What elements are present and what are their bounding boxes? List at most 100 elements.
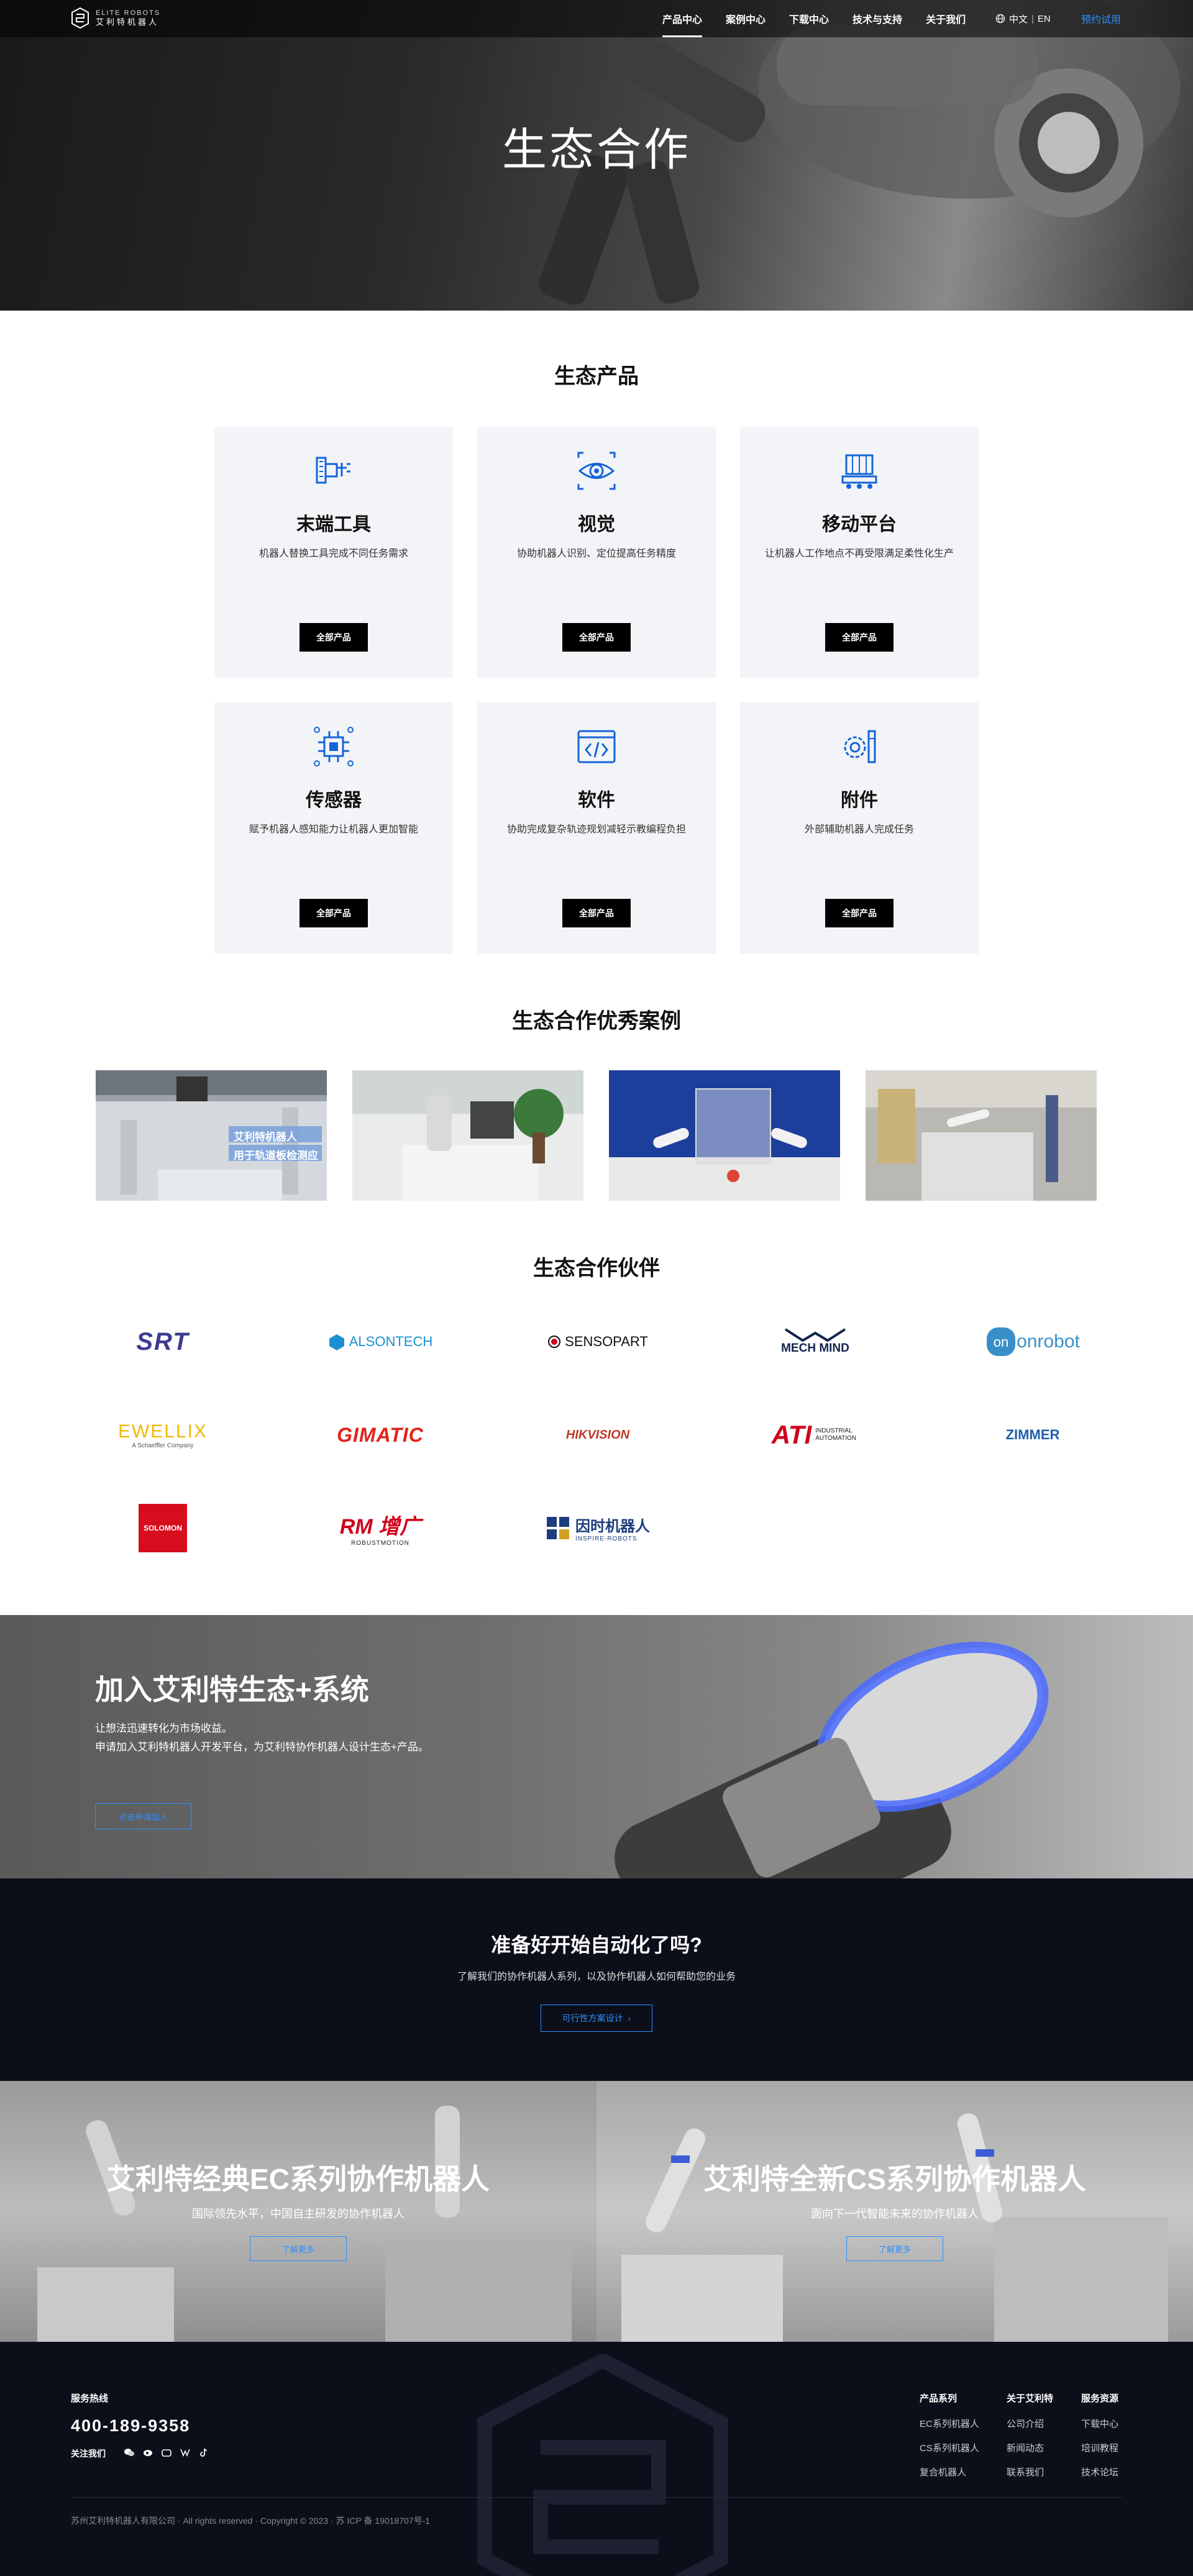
partner-logo[interactable]: ALSONTECH: [306, 1317, 455, 1367]
join-apply-button[interactable]: 点击申请加入: [95, 1803, 191, 1829]
follow-label: 关注我们: [71, 2449, 106, 2459]
hotline-number[interactable]: 400-189-9358: [71, 2416, 190, 2436]
wechat-icon[interactable]: [124, 2447, 134, 2457]
case-overlay-text: 艾利特机器人: [234, 1131, 297, 1143]
card-desc: 协助完成复杂轨迹规划减轻示教编程负担: [506, 824, 686, 835]
tiktok-icon[interactable]: [199, 2447, 209, 2457]
footer-link[interactable]: 培训教程: [1081, 2441, 1118, 2454]
footer-link[interactable]: CS系列机器人: [920, 2441, 979, 2454]
partner-logo[interactable]: ATI INDUSTRIAL AUTOMATION: [741, 1410, 890, 1460]
product-card[interactable]: 软件 协助完成复杂轨迹规划减轻示教编程负担 全部产品: [477, 703, 716, 953]
partner-logo[interactable]: HIKVISION: [523, 1410, 672, 1460]
ec-learn-more-button[interactable]: 了解更多: [250, 2236, 347, 2261]
product-card[interactable]: 末端工具 机器人替换工具完成不同任务需求 全部产品: [214, 427, 453, 678]
footer-link[interactable]: 联系我们: [1007, 2465, 1053, 2478]
partner-subtitle: INDUSTRIAL AUTOMATION: [815, 1427, 857, 1442]
all-products-button[interactable]: 全部产品: [825, 899, 894, 927]
footer-col-products: 产品系列 EC系列机器人 CS系列机器人 复合机器人: [920, 2392, 979, 2490]
join-line-2: 申请加入艾利特机器人开发平台，为艾利特协作机器人设计生态+产品。: [95, 1741, 429, 1753]
onrobot-mark-icon: on: [987, 1327, 1016, 1356]
card-title: 末端工具: [296, 514, 371, 535]
main-nav: 产品中心 案例中心 下载中心 技术与支持 关于我们: [651, 0, 977, 37]
lang-cn[interactable]: 中文: [1009, 12, 1028, 25]
product-card[interactable]: 视觉 协助机器人识别、定位提高任务精度 全部产品: [477, 427, 716, 678]
products-title: 生态产品: [554, 365, 639, 388]
cs-learn-more-button[interactable]: 了解更多: [846, 2236, 943, 2261]
card-desc: 机器人替换工具完成不同任务需求: [258, 548, 408, 559]
case-image: [352, 1070, 583, 1201]
all-products-button[interactable]: 全部产品: [299, 899, 368, 927]
product-card[interactable]: 移动平台 让机器人工作地点不再受限满足柔性化生产 全部产品: [740, 427, 979, 678]
all-products-button[interactable]: 全部产品: [562, 899, 631, 927]
product-card[interactable]: 附件 外部辅助机器人完成任务 全部产品: [740, 703, 979, 953]
case-image: [609, 1070, 840, 1201]
lang-en[interactable]: EN: [1038, 14, 1051, 24]
social-links: [124, 2447, 209, 2457]
weibo-icon[interactable]: [143, 2447, 153, 2457]
card-title: 传感器: [306, 790, 362, 811]
join-title: 加入艾利特生态+系统: [95, 1673, 369, 1706]
bilibili-icon[interactable]: [162, 2447, 171, 2457]
footer-link[interactable]: 公司介绍: [1007, 2417, 1053, 2430]
card-title: 附件: [841, 790, 878, 811]
case-card[interactable]: [609, 1070, 840, 1201]
footer-col-resources: 服务资源 下载中心 培训教程 技术论坛: [1081, 2392, 1118, 2490]
cta-ready-section: 准备好开始自动化了吗? 了解我们的协作机器人系列，以及协作机器人如何帮助您的业务…: [0, 1878, 1193, 2081]
feasibility-button[interactable]: 可行性方案设计 ›: [541, 2005, 652, 2032]
vision-icon: [577, 452, 616, 490]
partner-logo[interactable]: ZIMMER: [958, 1410, 1107, 1460]
card-desc: 外部辅助机器人完成任务: [804, 824, 914, 835]
partner-name: ATI: [771, 1420, 812, 1449]
partner-logo[interactable]: SRT: [88, 1317, 237, 1367]
case-card[interactable]: [352, 1070, 583, 1201]
partner-logo[interactable]: 因时机器人 INSPIRE-ROBOTS: [523, 1503, 672, 1553]
footer-link[interactable]: 新闻动态: [1007, 2441, 1053, 2454]
nav-item-cases[interactable]: 案例中心: [714, 0, 777, 37]
alsontech-mark-icon: [329, 1334, 344, 1350]
partner-name: HIKVISION: [565, 1427, 630, 1442]
nav-item-support[interactable]: 技术与支持: [841, 0, 914, 37]
cs-series-banner[interactable]: 艾利特全新CS系列协作机器人 面向下一代智能未来的协作机器人 了解更多: [596, 2081, 1193, 2342]
hotline-label: 服务热线: [71, 2393, 109, 2404]
partner-subtitle: INSPIRE-ROBOTS: [575, 1536, 638, 1542]
product-card[interactable]: 传感器 赋予机器人感知能力让机器人更加智能 全部产品: [214, 703, 453, 953]
partner-logo[interactable]: SOLOMON: [88, 1503, 237, 1553]
partner-name: ALSONTECH: [349, 1334, 433, 1349]
logo-icon: [71, 7, 89, 29]
footer-link[interactable]: EC系列机器人: [920, 2417, 979, 2430]
partner-logo[interactable]: EWELLIX A Schaeffler Company: [88, 1410, 237, 1460]
all-products-button[interactable]: 全部产品: [562, 623, 631, 652]
partner-logo[interactable]: RM 增广 ROBUSTMOTION: [306, 1503, 455, 1553]
mechmind-mark-icon: [784, 1328, 846, 1342]
partner-logo[interactable]: GIMATIC: [306, 1410, 455, 1460]
sensor-icon: [314, 727, 354, 767]
nav-item-products[interactable]: 产品中心: [651, 0, 714, 37]
case-card[interactable]: [866, 1070, 1097, 1201]
ec-series-banner[interactable]: 艾利特经典EC系列协作机器人 国际领先水平，中国自主研发的协作机器人 了解更多: [0, 2081, 596, 2342]
nav-item-about[interactable]: 关于我们: [914, 0, 977, 37]
cases-title: 生态合作优秀案例: [512, 1009, 681, 1033]
partner-logo[interactable]: MECH MIND: [741, 1317, 890, 1367]
logo[interactable]: ELITE ROBOTS 艾利特机器人: [71, 7, 160, 29]
ready-title: 准备好开始自动化了吗?: [491, 1934, 702, 1956]
all-products-button[interactable]: 全部产品: [299, 623, 368, 652]
footer-link[interactable]: 下载中心: [1081, 2417, 1118, 2430]
mobile-platform-icon: [841, 454, 877, 489]
linkedin-icon[interactable]: [180, 2447, 190, 2457]
partners-title: 生态合作伙伴: [533, 1257, 660, 1280]
svg-text:on: on: [994, 1334, 1008, 1350]
site-footer: 服务热线 400-189-9358 关注我们 产品系列 EC系列机器人 CS系列…: [0, 2342, 1193, 2576]
all-products-button[interactable]: 全部产品: [825, 623, 894, 652]
footer-link[interactable]: 复合机器人: [920, 2465, 979, 2478]
trial-link[interactable]: 预约试用: [1081, 0, 1121, 37]
nav-item-downloads[interactable]: 下载中心: [777, 0, 841, 37]
partner-logo[interactable]: SENSOPART: [523, 1317, 672, 1367]
join-line-1: 让想法迅速转化为市场收益。: [95, 1723, 232, 1734]
footer-link[interactable]: 技术论坛: [1081, 2465, 1118, 2478]
partner-name: EWELLIX: [117, 1421, 208, 1442]
partner-logo[interactable]: on onrobot: [958, 1317, 1107, 1367]
cs-series-desc: 面向下一代智能未来的协作机器人: [811, 2208, 979, 2220]
logo-text-en: ELITE ROBOTS: [96, 9, 161, 17]
case-card[interactable]: 艾利特机器人 用于轨道板检测应: [96, 1070, 327, 1201]
ready-desc: 了解我们的协作机器人系列，以及协作机器人如何帮助您的业务: [457, 1972, 736, 1982]
